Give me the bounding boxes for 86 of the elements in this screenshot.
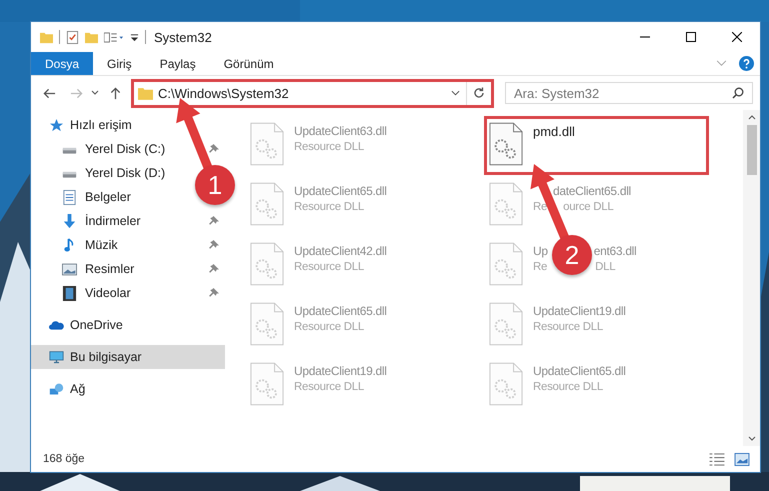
- document-icon: [62, 190, 77, 204]
- caret-icon[interactable]: [91, 90, 99, 96]
- file-name: UpdateClient65.dll: [294, 184, 387, 198]
- file-name: dateClient65.dll: [553, 184, 631, 198]
- file-type: ource DLL: [563, 201, 614, 213]
- file-name: UpdateClient63.dll: [294, 124, 387, 138]
- sidebar-item[interactable]: Yerel Disk (D:): [62, 161, 166, 185]
- file-type: Resource DLL: [294, 321, 364, 333]
- file-type: Re: [533, 261, 548, 273]
- sidebar-label: Hızlı erişim: [70, 118, 132, 132]
- scroll-up-icon[interactable]: [748, 115, 756, 120]
- close-icon: [732, 32, 742, 42]
- help-icon[interactable]: [739, 56, 754, 71]
- search-icon: [732, 87, 744, 99]
- sidebar-item[interactable]: Ağ: [31, 377, 225, 401]
- sidebar-label: Ağ: [70, 382, 86, 396]
- file-type: DLL: [595, 261, 616, 273]
- ribbon-tab[interactable]: Görünüm: [210, 52, 288, 75]
- up-icon[interactable]: [109, 86, 122, 100]
- scroll-thumb[interactable]: [746, 125, 756, 175]
- window-title: System32: [154, 30, 212, 44]
- file-name: UpdateClient65.dll: [294, 304, 387, 318]
- sidebar-label: Bu bilgisayar: [70, 350, 142, 364]
- sidebar-label: Yerel Disk (C:): [85, 142, 166, 156]
- details-view-icon[interactable]: [709, 452, 725, 466]
- sidebar-label: Müzik: [85, 238, 118, 252]
- image-icon: [62, 262, 77, 276]
- pin-icon[interactable]: [208, 216, 219, 226]
- sidebar-item[interactable]: Belgeler: [62, 185, 131, 209]
- large-icons-view-icon[interactable]: [734, 452, 750, 466]
- sidebar-label: OneDrive: [70, 318, 123, 332]
- item-count: 168 öğe: [43, 453, 85, 465]
- search-field[interactable]: Ara: System32: [505, 82, 753, 104]
- file-name: Up: [533, 244, 548, 258]
- monitor-icon: [49, 350, 64, 364]
- file-type: Resource DLL: [294, 141, 364, 153]
- file-name: pmd.dll: [533, 124, 575, 139]
- scrollbar[interactable]: [743, 110, 760, 446]
- folder-icon: [138, 86, 153, 100]
- sidebar-item[interactable]: Müzik: [62, 233, 118, 257]
- pin-icon[interactable]: [208, 240, 219, 250]
- file-type: Resource DLL: [294, 261, 364, 273]
- download-arrow-icon: [62, 214, 77, 228]
- pin-icon[interactable]: [208, 144, 219, 154]
- pin-icon[interactable]: [208, 264, 219, 274]
- file-type: Resource DLL: [294, 381, 364, 393]
- file-name: UpdateClient42.dll: [294, 244, 387, 258]
- maximize-icon: [686, 32, 696, 42]
- sidebar-item[interactable]: Videolar: [62, 281, 131, 305]
- sidebar-label: Resimler: [85, 262, 134, 276]
- dropdown-icon[interactable]: [451, 90, 460, 96]
- forward-icon[interactable]: [70, 86, 83, 100]
- file-type: Resource DLL: [533, 381, 603, 393]
- sidebar-item[interactable]: OneDrive: [31, 313, 225, 337]
- ribbon-tab[interactable]: Dosya: [31, 52, 94, 75]
- sidebar-label: Videolar: [85, 286, 131, 300]
- sidebar-item[interactable]: Bu bilgisayar: [31, 345, 225, 369]
- network-icon: [49, 382, 64, 396]
- film-icon: [62, 286, 77, 300]
- sidebar-label: Yerel Disk (D:): [85, 166, 166, 180]
- file-type: Resource DLL: [294, 201, 364, 213]
- pin-icon[interactable]: [208, 288, 219, 298]
- back-icon[interactable]: [43, 86, 56, 100]
- sidebar-item[interactable]: Hızlı erişim: [31, 113, 225, 137]
- sidebar-label: Belgeler: [85, 190, 131, 204]
- file-type: Re: [533, 201, 548, 213]
- expand-ribbon-icon[interactable]: [716, 60, 727, 67]
- file-type: Resource DLL: [533, 321, 603, 333]
- file-name: UpdateClient19.dll: [533, 304, 626, 318]
- scroll-down-icon[interactable]: [748, 436, 756, 441]
- refresh-icon: [473, 87, 485, 99]
- gear-file-icon[interactable]: [489, 122, 523, 166]
- star-icon: [49, 118, 64, 132]
- file-name: UpdateClient65.dll: [533, 364, 626, 378]
- sidebar-item[interactable]: İndirmeler: [62, 209, 141, 233]
- sidebar-label: İndirmeler: [85, 214, 141, 228]
- address-path: C:\Windows\System32: [158, 86, 290, 100]
- ribbon-tab[interactable]: Paylaş: [146, 52, 210, 75]
- sidebar-item[interactable]: Resimler: [62, 257, 134, 281]
- dropdown-icon[interactable]: [130, 32, 139, 42]
- file-name: ent63.dll: [594, 244, 636, 258]
- sidebar-item[interactable]: Yerel Disk (C:): [62, 137, 166, 161]
- checklist-icon[interactable]: [66, 30, 79, 44]
- file-name: UpdateClient19.dll: [294, 364, 387, 378]
- properties-icon[interactable]: [104, 30, 124, 44]
- ribbon-tab[interactable]: Giriş: [93, 52, 146, 75]
